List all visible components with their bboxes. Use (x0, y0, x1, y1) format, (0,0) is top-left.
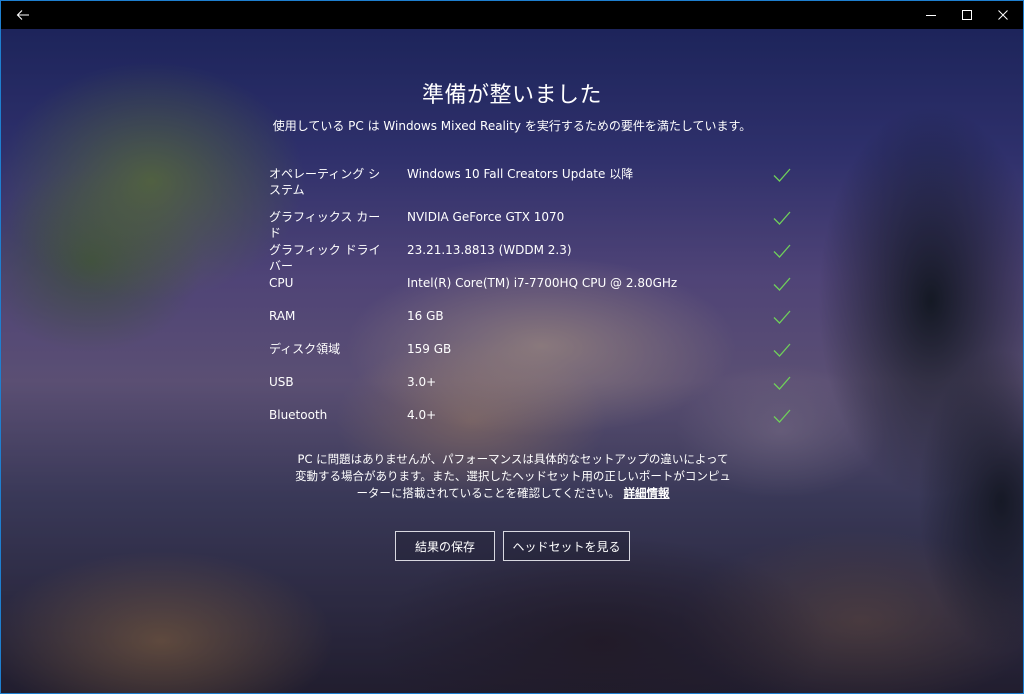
performance-note: PC に問題はありませんが、パフォーマンスは具体的なセットアップの違いによって変… (292, 451, 734, 502)
requirement-row-ram: RAM 16 GB (269, 305, 799, 338)
requirement-row-cpu: CPU Intel(R) Core(TM) i7-7700HQ CPU @ 2.… (269, 272, 799, 305)
requirement-label: Bluetooth (269, 408, 328, 422)
requirement-row-graphics-card: グラフィックス カード NVIDIA GeForce GTX 1070 (269, 206, 799, 240)
close-icon (998, 10, 1008, 20)
view-headsets-button[interactable]: ヘッドセットを見る (503, 531, 630, 561)
requirement-row-bluetooth: Bluetooth 4.0+ (269, 404, 799, 437)
maximize-icon (962, 10, 972, 20)
more-info-link[interactable]: 詳細情報 (624, 486, 670, 500)
requirement-value: Windows 10 Fall Creators Update 以降 (407, 167, 634, 181)
title-bar (1, 1, 1023, 29)
requirement-label: USB (269, 375, 294, 389)
requirement-value: NVIDIA GeForce GTX 1070 (407, 210, 565, 224)
checkmark-icon (773, 277, 791, 291)
checkmark-icon (773, 310, 791, 324)
requirement-value: 16 GB (407, 309, 444, 323)
maximize-button[interactable] (949, 1, 985, 29)
back-button[interactable] (5, 1, 41, 29)
requirements-table: オペレーティング システム Windows 10 Fall Creators U… (269, 163, 799, 437)
requirement-label: オペレーティング システム (269, 167, 381, 197)
checkmark-icon (773, 409, 791, 423)
checkmark-icon (773, 244, 791, 258)
checkmark-icon (773, 343, 791, 357)
app-window: 準備が整いました 使用している PC は Windows Mixed Reali… (0, 0, 1024, 694)
requirement-label: RAM (269, 309, 296, 323)
requirement-value: 23.21.13.8813 (WDDM 2.3) (407, 243, 572, 257)
requirement-label: グラフィックス カード (269, 210, 381, 240)
checkmark-icon (773, 211, 791, 225)
requirement-row-os: オペレーティング システム Windows 10 Fall Creators U… (269, 163, 799, 206)
checkmark-icon (773, 376, 791, 390)
requirement-row-usb: USB 3.0+ (269, 371, 799, 404)
requirement-value: 4.0+ (407, 408, 437, 422)
requirement-row-graphics-driver: グラフィック ドライバー 23.21.13.8813 (WDDM 2.3) (269, 239, 799, 273)
requirement-label: CPU (269, 276, 294, 290)
close-button[interactable] (985, 1, 1021, 29)
minimize-icon (926, 15, 936, 16)
main-content: 準備が整いました 使用している PC は Windows Mixed Reali… (1, 29, 1023, 693)
requirement-value: Intel(R) Core(TM) i7-7700HQ CPU @ 2.80GH… (407, 276, 678, 290)
arrow-left-icon (16, 10, 29, 20)
requirement-label: ディスク領域 (269, 342, 341, 356)
minimize-button[interactable] (913, 1, 949, 29)
checkmark-icon (773, 168, 791, 182)
page-title: 準備が整いました (421, 83, 602, 108)
requirement-value: 159 GB (407, 342, 452, 356)
requirement-row-disk: ディスク領域 159 GB (269, 338, 799, 371)
page-subtitle: 使用している PC は Windows Mixed Reality を実行するた… (272, 119, 752, 133)
requirement-value: 3.0+ (407, 375, 437, 389)
save-results-button[interactable]: 結果の保存 (395, 531, 495, 561)
requirement-label: グラフィック ドライバー (269, 243, 381, 273)
